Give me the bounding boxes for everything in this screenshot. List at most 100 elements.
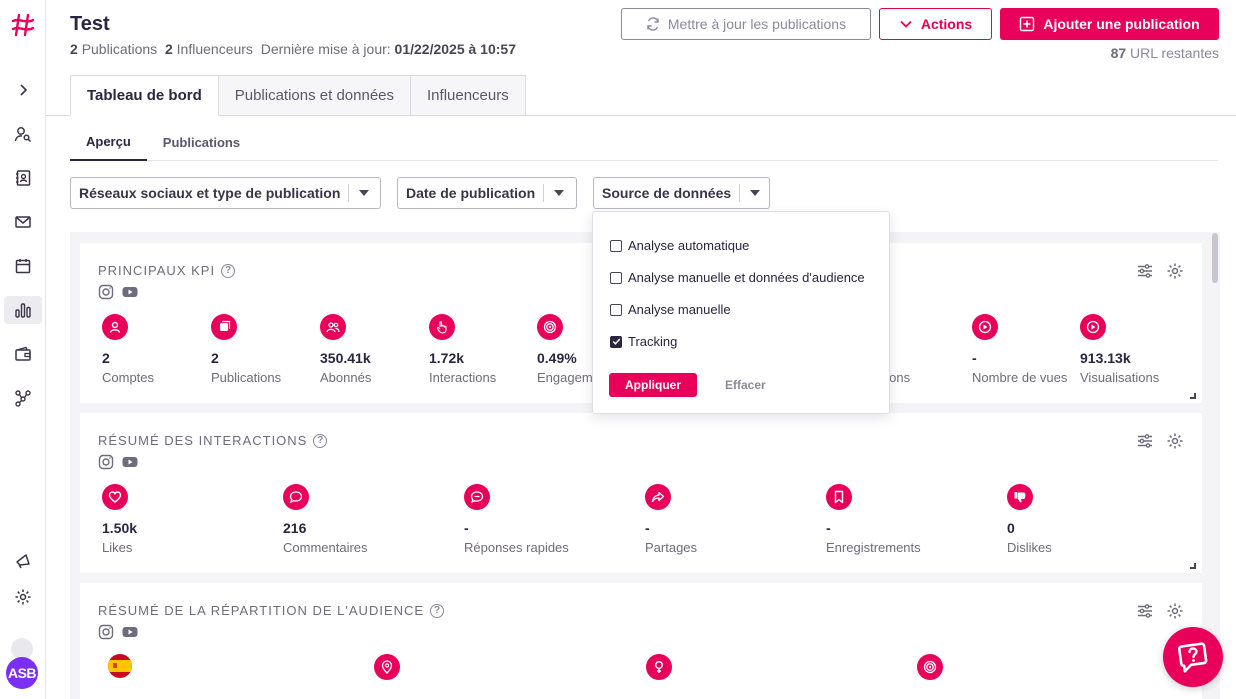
checkbox-checked[interactable]	[610, 335, 622, 348]
sidebar-item-contacts[interactable]	[4, 164, 42, 192]
actions-button[interactable]: Actions	[879, 8, 992, 40]
remaining-urls-label: URL restantes	[1130, 45, 1219, 61]
chat-help-icon	[1177, 642, 1208, 673]
female-icon	[646, 654, 672, 680]
help-icon[interactable]: ?	[313, 433, 328, 448]
actions-label: Actions	[920, 16, 973, 32]
kpi-value: -	[645, 520, 650, 536]
kpi-label: Dislikes	[1007, 540, 1052, 555]
brand-logo-icon[interactable]	[10, 12, 36, 38]
kpi-label: Enregistrements	[826, 540, 921, 555]
plus-square-icon	[1020, 16, 1035, 32]
user-avatar[interactable]: ASB	[6, 657, 38, 689]
bar-chart-icon	[15, 303, 31, 318]
bookmark-icon	[826, 484, 852, 510]
wallet-icon	[15, 346, 31, 361]
main-content: Test 2 Publications 2 Influenceurs Derni…	[46, 0, 1236, 699]
kpi-value: 2	[211, 350, 219, 366]
option-manual-audience-analysis[interactable]: Analyse manuelle et données d'audience	[610, 270, 865, 285]
publication-date-filter[interactable]: Date de publication	[397, 177, 577, 209]
megaphone-icon	[16, 554, 30, 569]
tab-publications-data[interactable]: Publications et données	[218, 75, 412, 116]
help-icon[interactable]: ?	[221, 263, 236, 278]
network-icon	[15, 390, 31, 407]
kpi-publications: 2 Publications	[211, 314, 319, 385]
tab-influencers[interactable]: Influenceurs	[411, 75, 526, 116]
sidebar-item-messages[interactable]	[4, 208, 42, 236]
target-icon	[537, 314, 563, 340]
audience-card: RÉSUMÉ DE LA RÉPARTITION DE L'AUDIENCE ?	[80, 583, 1202, 699]
kpi-interactions: 1.72k Interactions	[429, 314, 537, 385]
calendar-icon	[15, 259, 31, 274]
instagram-icon	[98, 454, 114, 470]
checkbox[interactable]	[610, 303, 622, 316]
option-tracking[interactable]: Tracking	[610, 334, 677, 349]
checkbox[interactable]	[610, 271, 622, 284]
resize-handle[interactable]	[1190, 563, 1196, 569]
expand-sidebar-button[interactable]	[4, 76, 42, 104]
kpi-value: 216	[283, 520, 307, 536]
play-icon	[1080, 314, 1106, 340]
sliders-icon[interactable]	[1136, 602, 1154, 620]
audience-age	[917, 654, 1025, 680]
gear-icon[interactable]	[1166, 432, 1184, 450]
data-source-dropdown: Analyse automatique Analyse manuelle et …	[592, 211, 890, 414]
kpi-accounts: 2 Comptes	[102, 314, 210, 385]
user-search-icon	[14, 127, 32, 143]
contacts-book-icon	[16, 170, 31, 186]
option-automatic-analysis[interactable]: Analyse automatique	[610, 238, 749, 253]
kpi-label: Likes	[102, 540, 133, 555]
kpi-label: Comptes	[102, 370, 155, 385]
kpi-title-text: PRINCIPAUX KPI	[98, 263, 216, 278]
kpi-label: Réponses rapides	[464, 540, 569, 555]
tab-dashboard[interactable]: Tableau de bord	[70, 75, 219, 116]
scrollbar-thumb[interactable]	[1212, 233, 1218, 283]
followers-icon	[320, 314, 346, 340]
audience-gender	[646, 654, 754, 680]
kpi-label: Publications	[211, 370, 282, 385]
refresh-label: Mettre à jour les publications	[667, 16, 847, 32]
sidebar-item-wallet[interactable]	[4, 340, 42, 368]
sliders-icon[interactable]	[1136, 262, 1154, 280]
subtab-overview[interactable]: Aperçu	[70, 124, 147, 161]
youtube-icon	[122, 457, 138, 467]
gear-icon[interactable]	[1166, 262, 1184, 280]
social-filter-label: Réseaux sociaux et type de publication	[79, 185, 341, 201]
subtab-publications[interactable]: Publications	[147, 124, 256, 160]
resize-handle[interactable]	[1190, 393, 1196, 399]
sub-tabs: Aperçu Publications	[70, 124, 256, 161]
heart-icon	[102, 484, 128, 510]
influencers-count: 2	[164, 41, 173, 57]
interactions-social-icons	[98, 454, 138, 470]
sidebar-item-announcements[interactable]	[4, 547, 42, 575]
kpi-label: Partages	[645, 540, 698, 555]
refresh-publications-button[interactable]: Mettre à jour les publications	[621, 8, 871, 40]
sliders-icon[interactable]	[1136, 432, 1154, 450]
sidebar-item-integrations[interactable]	[4, 384, 42, 412]
remaining-urls: 87 URL restantes	[1111, 45, 1219, 61]
option-manual-analysis[interactable]: Analyse manuelle	[610, 302, 731, 317]
sidebar-item-search-users[interactable]	[4, 120, 42, 148]
sidebar-item-calendar[interactable]	[4, 252, 42, 280]
sidebar: ASB	[0, 0, 46, 699]
gear-icon[interactable]	[1166, 602, 1184, 620]
data-source-filter[interactable]: Source de données	[593, 177, 770, 209]
checkbox[interactable]	[610, 239, 622, 252]
location-pin-icon	[374, 654, 400, 680]
kpi-label: Interactions	[429, 370, 497, 385]
clear-button[interactable]: Effacer	[725, 373, 766, 397]
sidebar-item-settings[interactable]	[4, 583, 42, 611]
help-icon[interactable]: ?	[430, 603, 445, 618]
social-network-filter[interactable]: Réseaux sociaux et type de publication	[70, 177, 381, 209]
sidebar-item-analytics[interactable]	[4, 296, 42, 324]
kpi-card-tools	[1136, 262, 1184, 280]
apply-button[interactable]: Appliquer	[609, 373, 697, 397]
add-publication-button[interactable]: Ajouter une publication	[1000, 8, 1219, 40]
last-update-label: Dernière mise à jour:	[260, 41, 391, 57]
support-chat-button[interactable]	[1163, 627, 1223, 687]
comment-icon	[283, 484, 309, 510]
hand-pointer-icon	[429, 314, 455, 340]
kpi-value: 913.13k	[1080, 350, 1131, 366]
youtube-icon	[122, 287, 138, 297]
kpi-visualisations: 913.13k Visualisations	[1080, 314, 1188, 385]
